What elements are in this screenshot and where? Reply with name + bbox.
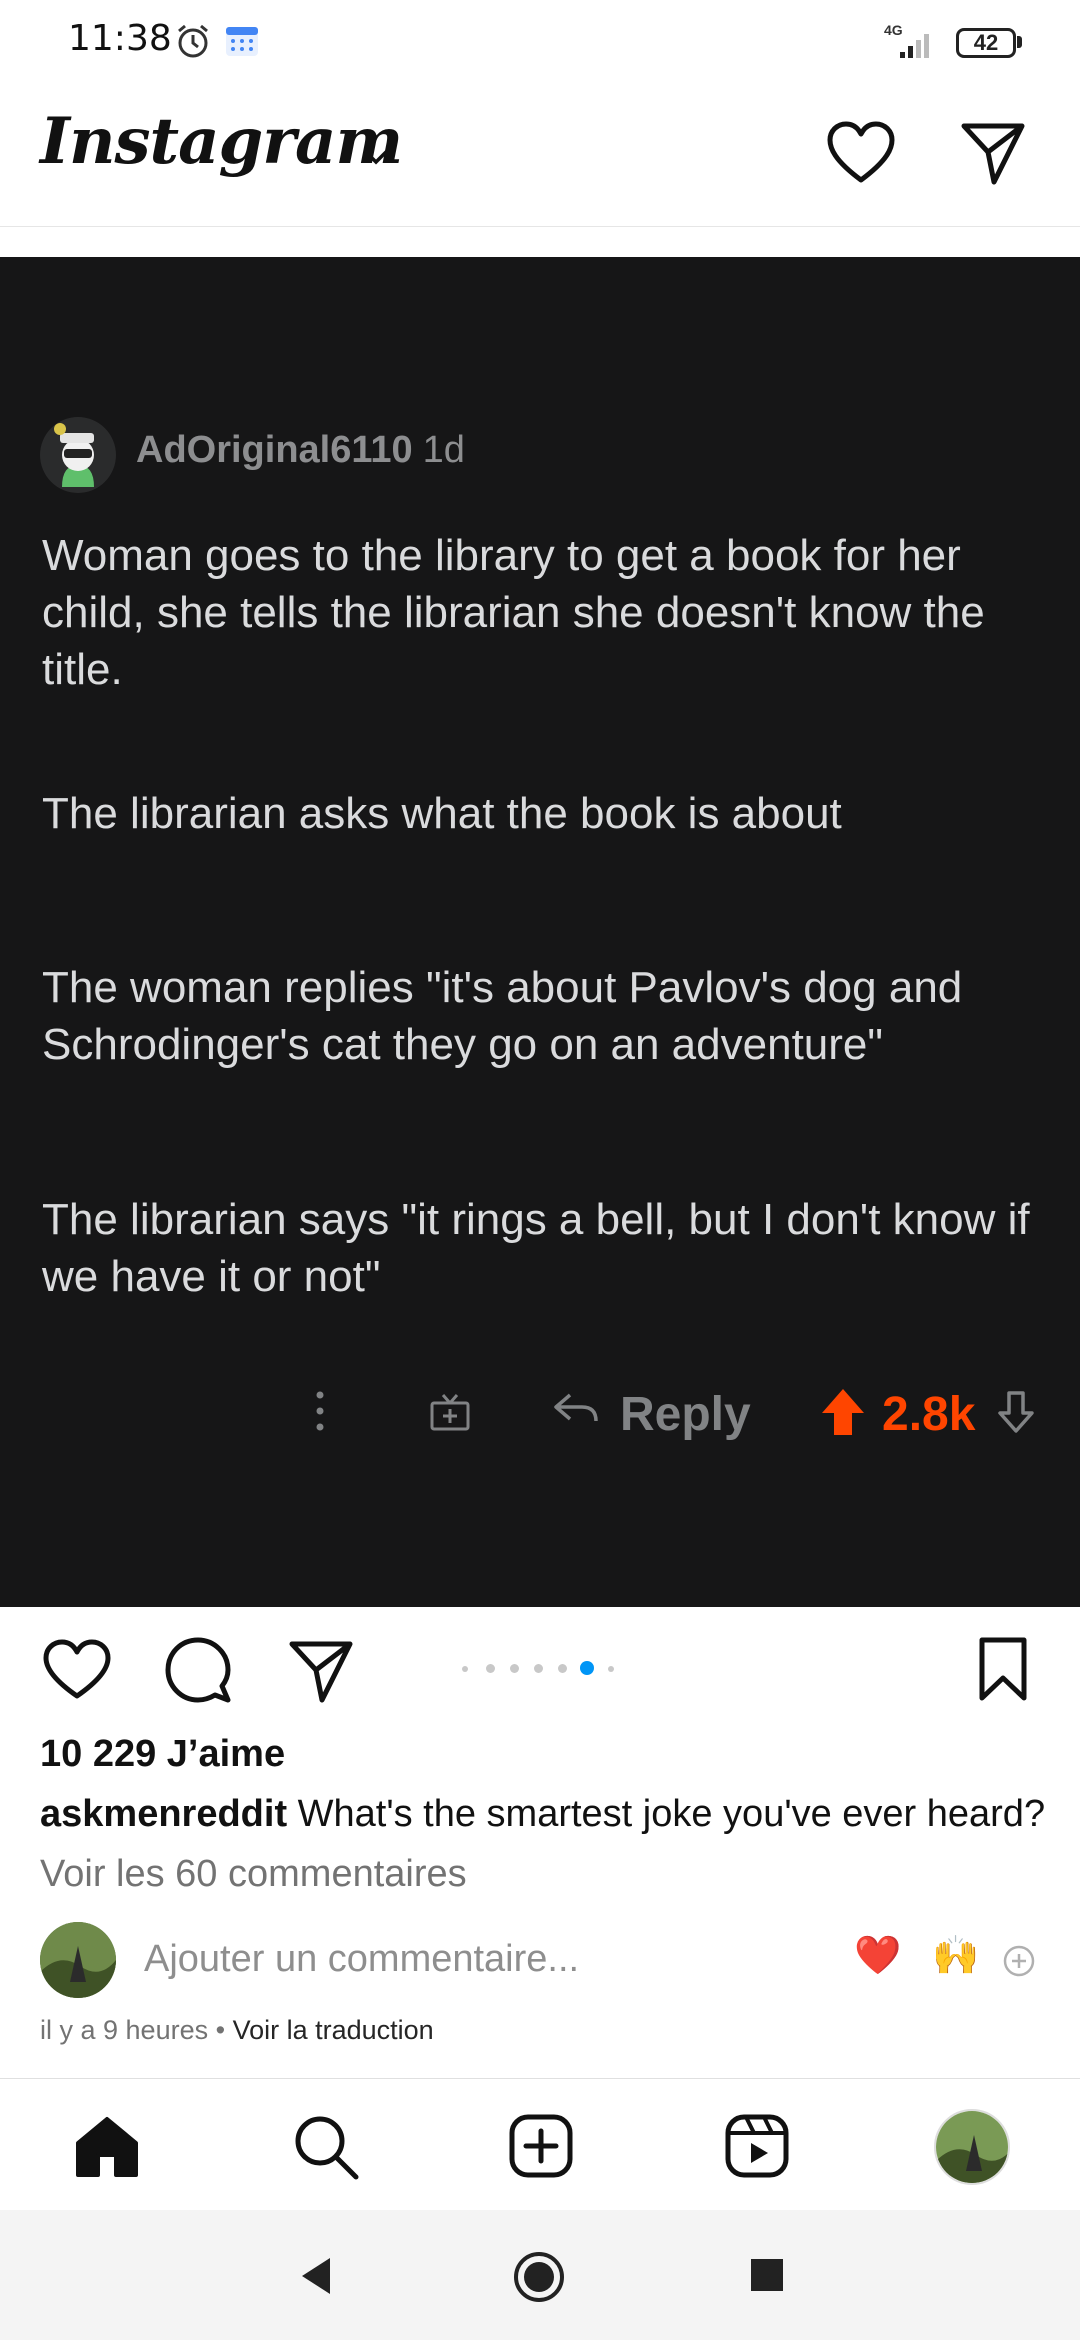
chevron-down-icon[interactable] — [360, 146, 392, 168]
system-nav-bar — [0, 2210, 1080, 2340]
reddit-post-age: 1d — [422, 429, 465, 471]
reddit-avatar — [40, 417, 116, 493]
app-header: Instagram — [0, 84, 1080, 227]
reddit-reply-label: Reply — [620, 1388, 751, 1441]
share-icon[interactable] — [286, 1638, 356, 1704]
joke-paragraph-3: The woman replies "it's about Pavlov's d… — [42, 963, 963, 1069]
reels-icon[interactable] — [724, 2113, 790, 2179]
instagram-logo[interactable]: Instagram — [40, 104, 403, 179]
translate-link[interactable]: Voir la traduction — [233, 2015, 434, 2045]
bottom-nav — [0, 2078, 1080, 2211]
downvote-icon — [998, 1391, 1034, 1433]
carousel-dot-active — [580, 1661, 594, 1675]
profile-avatar[interactable] — [934, 2109, 1010, 2185]
post-image[interactable]: AdOriginal6110 1d Woman goes to the libra… — [0, 257, 1080, 1607]
back-icon[interactable] — [296, 2254, 336, 2298]
joke-paragraph-4: The librarian says "it rings a bell, but… — [42, 1195, 1030, 1301]
comment-input[interactable]: Ajouter un commentaire... — [144, 1938, 579, 1981]
heart-icon[interactable] — [826, 120, 896, 186]
save-icon[interactable] — [978, 1636, 1028, 1702]
reddit-score: 2.8k — [882, 1388, 976, 1441]
time-ago: il y a 9 heures — [40, 2015, 209, 2045]
battery-tip — [1017, 36, 1022, 48]
joke-paragraph-2: The librarian asks what the book is abou… — [42, 789, 842, 838]
carousel-dot — [558, 1664, 567, 1673]
recents-icon[interactable] — [748, 2256, 786, 2294]
award-icon — [430, 1394, 470, 1431]
avatar — [40, 1922, 116, 1998]
upvote-icon — [822, 1389, 864, 1435]
home-circle-icon[interactable] — [512, 2250, 566, 2304]
search-icon[interactable] — [292, 2113, 360, 2181]
carousel-dot — [486, 1664, 495, 1673]
reply-arrow-icon — [554, 1393, 598, 1422]
carousel-dot — [510, 1664, 519, 1673]
post-caption: askmenreddit What's the smartest joke yo… — [40, 1793, 1060, 1836]
carousel-dot — [534, 1664, 543, 1673]
status-bar: 11:38 4G 42 — [0, 0, 1080, 84]
caption-username[interactable]: askmenreddit — [40, 1793, 287, 1835]
home-icon[interactable] — [74, 2115, 140, 2179]
status-time: 11:38 — [68, 18, 172, 59]
comment-icon[interactable] — [164, 1636, 232, 1704]
battery-icon: 42 — [956, 28, 1016, 58]
caption-text: What's the smartest joke you've ever hea… — [297, 1793, 1046, 1835]
calendar-icon — [226, 27, 258, 56]
create-icon[interactable] — [508, 2113, 574, 2179]
like-icon[interactable] — [42, 1638, 112, 1702]
add-emoji-icon[interactable] — [1002, 1944, 1036, 1978]
signal-icon — [900, 34, 929, 58]
quick-emoji-raised-hands[interactable]: 🙌 — [932, 1934, 979, 1978]
joke-paragraph-1: Woman goes to the library to get a book … — [42, 531, 985, 694]
more-options-icon — [316, 1391, 324, 1431]
reddit-username: AdOriginal6110 1d — [136, 429, 465, 472]
likes-count[interactable]: 10 229 J’aime — [40, 1733, 285, 1776]
alarm-icon — [178, 24, 208, 58]
separator-dot: • — [215, 2015, 226, 2045]
post-timestamp: il y a 9 heures • Voir la traduction — [40, 2015, 434, 2046]
carousel-dot — [608, 1666, 614, 1672]
quick-emoji-heart[interactable]: ❤️ — [854, 1934, 901, 1978]
direct-message-icon[interactable] — [958, 120, 1028, 186]
carousel-dot — [462, 1666, 468, 1672]
reddit-author: AdOriginal6110 — [136, 429, 413, 471]
view-comments-link[interactable]: Voir les 60 commentaires — [40, 1853, 467, 1896]
